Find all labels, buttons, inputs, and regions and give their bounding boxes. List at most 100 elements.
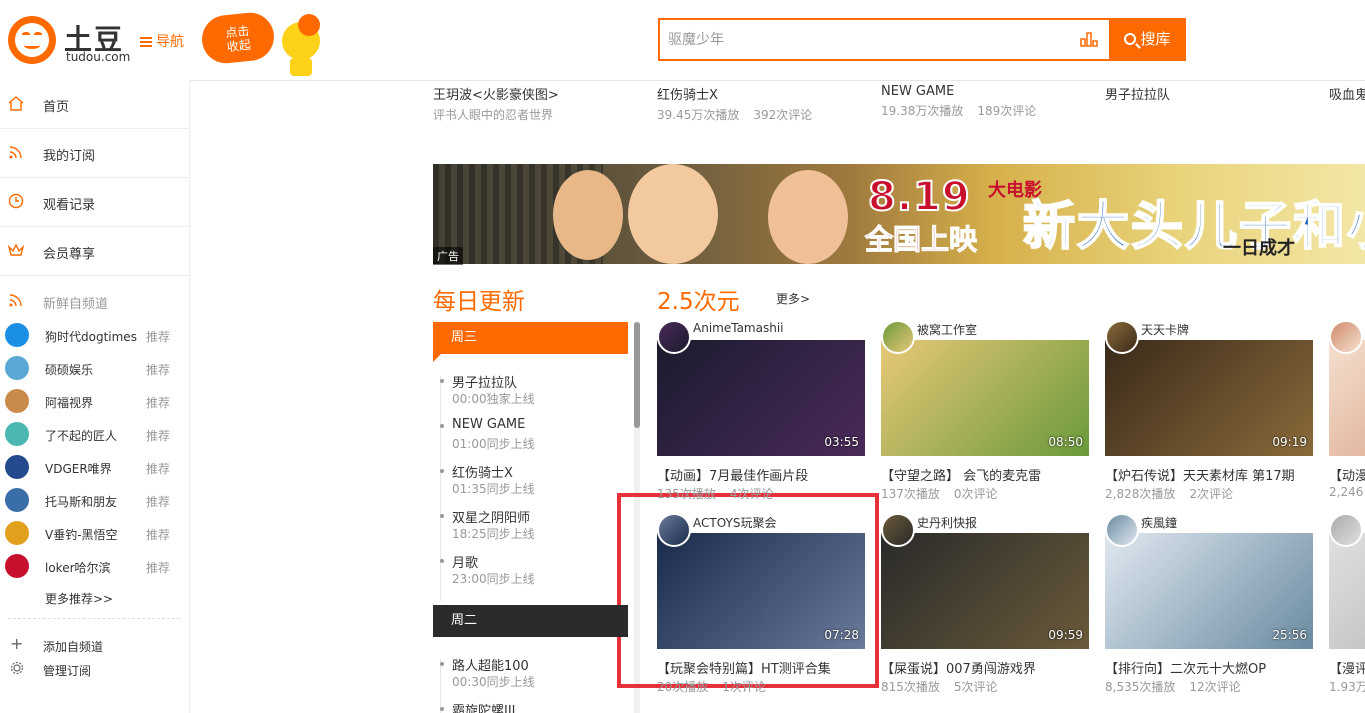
day-tab[interactable]: 周二: [433, 605, 628, 637]
tudou-logo[interactable]: 土豆 tudou.com: [8, 14, 130, 66]
video-thumbnail[interactable]: [1329, 340, 1365, 456]
channel-item[interactable]: 硕硕娱乐 推荐: [0, 352, 189, 385]
channel-avatar[interactable]: [657, 320, 691, 354]
schedule-title: 月歌: [452, 556, 479, 571]
schedule-item[interactable]: NEW GAME 01:00同步上线: [433, 417, 628, 462]
channel-item[interactable]: V垂钓-黑悟空 推荐: [0, 517, 189, 550]
schedule-item[interactable]: 双星之阴阳师 18:25同步上线: [433, 507, 628, 552]
top-strip-item[interactable]: 红伤骑士X 39.45万次播放 392次评论: [657, 84, 857, 123]
schedule-time: 01:35同步上线: [452, 482, 535, 496]
nav-menu-button[interactable]: 导航: [140, 31, 184, 51]
rank-chart-icon[interactable]: [1080, 31, 1098, 47]
channel-item[interactable]: loker哈尔滨 推荐: [0, 550, 189, 583]
sidebar: 首页 我的订阅 观看记录 会员尊享 新鲜自频道 更多推荐>> + 添加自频道 管…: [0, 80, 190, 713]
video-plays: 20次播放: [657, 680, 709, 694]
channel-item[interactable]: 狗时代dogtimes 推荐: [0, 319, 189, 352]
video-title[interactable]: 【动漫: [1329, 465, 1365, 484]
video-plays: 8,535次播放: [1105, 680, 1176, 694]
channel-tag: 推荐: [146, 396, 171, 410]
search-box: [658, 18, 1110, 61]
video-card[interactable]: 【漫评 1.93万: [1329, 513, 1365, 698]
video-card[interactable]: 09:59 史丹利快报 【屎蛋说】007勇闯游戏界 815次播放 5次评论: [881, 513, 1091, 698]
top-strip-item[interactable]: 王玥波<火影豪侠图> 评书人眼中的忍者世界: [433, 84, 633, 123]
day-tab[interactable]: 周三: [433, 322, 628, 362]
video-card[interactable]: 03:55 AnimeTamashii 【动画】7月最佳作画片段 135次播放 4次评论: [657, 320, 867, 505]
video-plays: 2,246: [1329, 485, 1364, 499]
channel-tag: 推荐: [146, 495, 171, 509]
video-plays: 2,828次播放: [1105, 487, 1176, 501]
channel-tag: 推荐: [146, 363, 171, 377]
video-duration: 07:28: [824, 628, 859, 642]
video-duration: 25:56: [1272, 628, 1307, 642]
channel-name[interactable]: 天天卡牌: [1141, 321, 1189, 338]
channel-item[interactable]: 了不起的匠人 推荐: [0, 418, 189, 451]
top-strip-item[interactable]: NEW GAME 19.38万次播放 189次评论: [881, 84, 1081, 119]
schedule-item[interactable]: 红伤骑士X 01:35同步上线: [433, 462, 628, 507]
video-card[interactable]: 09:19 天天卡牌 【炉石传说】天天素材库 第17期 2,828次播放 2次评论: [1105, 320, 1315, 505]
home-icon: [8, 96, 24, 111]
channel-name: 狗时代dogtimes: [45, 330, 137, 344]
video-title[interactable]: 【守望之路】 会飞的麦克雷: [881, 465, 1041, 484]
video-title[interactable]: 【玩聚会特别篇】HT测评合集: [657, 658, 831, 677]
channel-avatar[interactable]: [1105, 320, 1139, 354]
video-thumbnail[interactable]: [1329, 533, 1365, 649]
channel-name[interactable]: 史丹利快报: [917, 514, 977, 531]
video-card[interactable]: 25:56 疾風鐘【排行向】二次元十大燃OP 8,535次播放 12次评论: [1105, 513, 1315, 698]
ad-banner[interactable]: 8.19 全国上映 大电影 新大头儿子和小 一日成才: [433, 164, 1365, 264]
channel-item[interactable]: VDGER唯界 推荐: [0, 451, 189, 484]
section-more-link[interactable]: 更多>: [776, 290, 810, 307]
schedule-item[interactable]: 男子拉拉队 00:00独家上线: [433, 372, 628, 417]
top-strip-item[interactable]: 男子拉拉队: [1105, 84, 1305, 103]
channel-avatar[interactable]: [881, 513, 915, 547]
search-button[interactable]: 搜库: [1109, 18, 1186, 61]
video-title[interactable]: 【屎蛋说】007勇闯游戏界: [881, 658, 1036, 677]
video-card[interactable]: 08:50 被窝工作室 【守望之路】 会飞的麦克雷 137次播放 0次评论: [881, 320, 1091, 505]
collapse-button[interactable]: 点击 收起: [199, 10, 277, 66]
schedule-item[interactable]: 霸旋陀螺III: [433, 700, 628, 713]
channel-name: VDGER唯界: [45, 462, 112, 476]
search-input[interactable]: [668, 20, 1068, 59]
channel-avatar[interactable]: [1105, 513, 1139, 547]
video-card[interactable]: 07:28 ACTOYS玩聚会 【玩聚会特别篇】HT测评合集 20次播放 1次评论: [657, 513, 867, 698]
channel-name[interactable]: 被窝工作室: [917, 321, 977, 338]
more-recommend-link[interactable]: 更多推荐>>: [45, 590, 113, 607]
channel-item[interactable]: 阿福视界 推荐: [0, 385, 189, 418]
video-title[interactable]: 【排行向】二次元十大燃OP: [1105, 658, 1266, 677]
top-strip-item[interactable]: 吸血鬼: [1329, 84, 1365, 103]
channel-item[interactable]: 托马斯和朋友 推荐: [0, 484, 189, 517]
channel-name[interactable]: AnimeTamashii: [693, 321, 784, 335]
video-stats: 1.93万: [1329, 678, 1365, 695]
schedule-item[interactable]: 路人超能100 00:30同步上线: [433, 655, 628, 700]
top-item-title: 王玥波<火影豪侠图>: [433, 88, 559, 103]
day-tab-label: 周二: [451, 613, 478, 628]
sidebar-item-vip[interactable]: 会员尊享: [0, 227, 189, 276]
banner-slogan: 一日成才: [1223, 238, 1295, 259]
channel-avatar[interactable]: [1329, 513, 1363, 547]
channel-name[interactable]: 疾風鐘: [1141, 514, 1177, 531]
rss-icon: [9, 294, 22, 307]
video-comments: 12次评论: [1189, 680, 1241, 694]
video-card[interactable]: 【动漫 2,246: [1329, 320, 1365, 505]
schedule-item[interactable]: 月歌 23:00同步上线: [433, 552, 628, 597]
channel-avatar[interactable]: [1329, 320, 1363, 354]
sidebar-section-channels: 新鲜自频道: [0, 283, 189, 319]
manage-subscription-button[interactable]: 管理订阅: [0, 659, 189, 681]
search-icon: [1124, 33, 1137, 45]
daily-update-title: 每日更新: [433, 289, 525, 315]
schedule-scrollbar-thumb[interactable]: [634, 322, 640, 428]
video-stats: 8,535次播放 12次评论: [1105, 678, 1255, 695]
channel-avatar: [5, 521, 29, 545]
banner-release: 全国上映: [864, 223, 978, 257]
video-title[interactable]: 【动画】7月最佳作画片段: [657, 465, 808, 484]
sidebar-item-home[interactable]: 首页: [0, 80, 189, 129]
channel-name[interactable]: ACTOYS玩聚会: [693, 514, 776, 531]
channel-avatar: [5, 554, 29, 578]
channel-avatar[interactable]: [657, 513, 691, 547]
video-plays: 1.93万: [1329, 680, 1365, 694]
video-title[interactable]: 【炉石传说】天天素材库 第17期: [1105, 465, 1295, 484]
add-channel-button[interactable]: + 添加自频道: [0, 635, 189, 657]
sidebar-item-history[interactable]: 观看记录: [0, 178, 189, 227]
channel-avatar[interactable]: [881, 320, 915, 354]
sidebar-item-subscriptions[interactable]: 我的订阅: [0, 129, 189, 178]
video-title[interactable]: 【漫评: [1329, 658, 1365, 677]
